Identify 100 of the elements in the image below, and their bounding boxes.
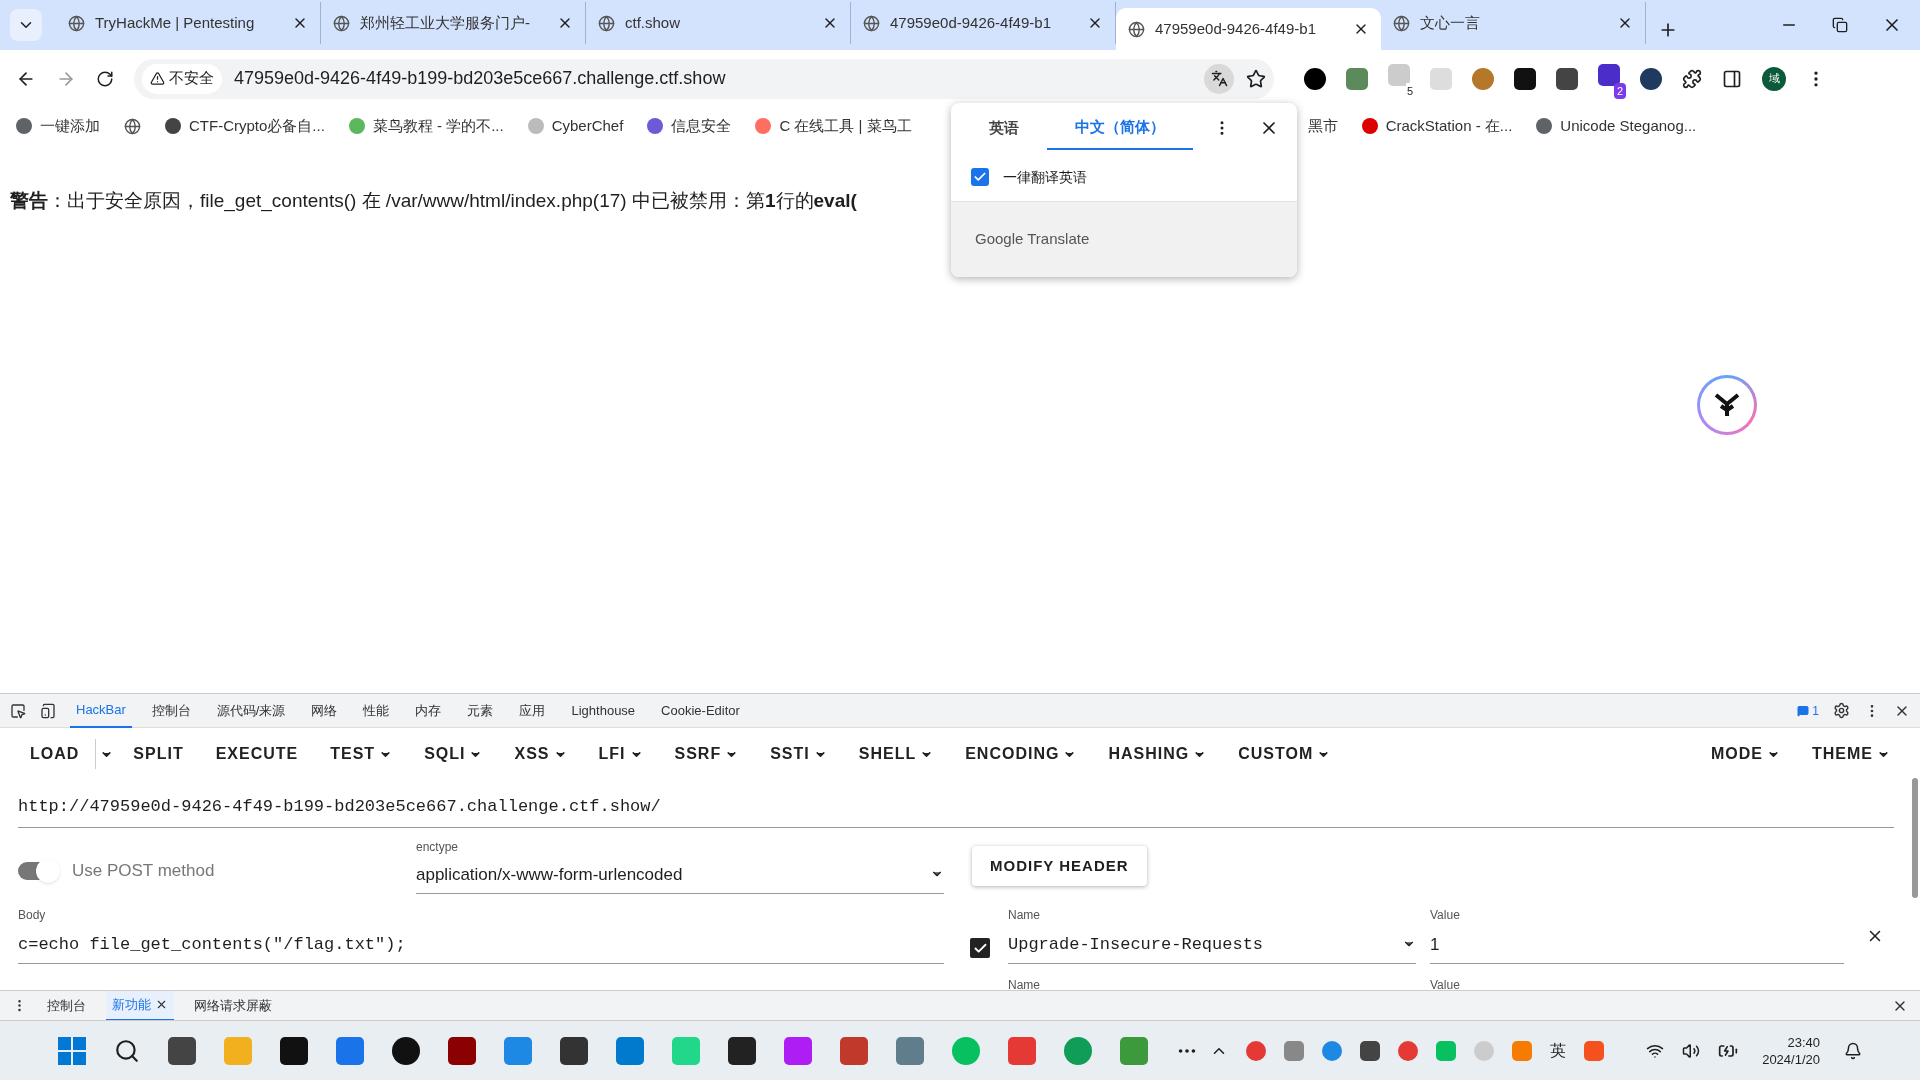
bookmark-item[interactable]: CTF-Crypto必备自... [165, 114, 325, 138]
browser-tab[interactable]: 郑州轻工业大学服务门户- [321, 2, 586, 44]
body-field[interactable]: Body c=echo file_get_contents("/flag.txt"); [18, 906, 944, 964]
menu-button[interactable]: EXECUTE [199, 736, 315, 772]
menu-button[interactable]: LOAD [14, 736, 96, 772]
menu-button[interactable]: SHELL [842, 736, 950, 772]
app-icon[interactable] [448, 1036, 476, 1065]
scrollbar[interactable] [1912, 778, 1918, 898]
reload-icon[interactable] [96, 69, 114, 88]
volume-icon[interactable] [1682, 1041, 1701, 1060]
language-tab[interactable]: 中文（简体） [1047, 106, 1193, 150]
tray-icon[interactable] [1246, 1040, 1267, 1061]
browser-tab[interactable]: 文心一言 [1381, 2, 1646, 44]
modify-header-button[interactable]: MODIFY HEADER [972, 846, 1147, 886]
warning-icon [150, 71, 165, 86]
option-label: 一律翻译英语 [1003, 167, 1087, 187]
devtools-tab[interactable]: 控制台 [145, 693, 197, 728]
menu-button[interactable]: CUSTOM [1222, 736, 1347, 772]
bookmark-item[interactable]: CyberChef [527, 114, 624, 138]
menu-button[interactable]: THEME [1796, 736, 1906, 772]
menu-button[interactable]: SPLIT [117, 736, 200, 772]
app-icon[interactable] [168, 1036, 196, 1065]
devtools-tab[interactable]: 性能 [357, 693, 396, 728]
menu-button[interactable]: SSTI [754, 736, 843, 772]
devtools-tab[interactable]: Cookie-Editor [655, 693, 746, 728]
devtools-tab[interactable]: 源代码/来源 [210, 693, 292, 728]
tab-title: 47959e0d-9426-4f49-b1 [890, 12, 1052, 33]
warning-message: 警告：出于安全原因，file_get_contents() 在 /var/www/html/index.php(17) 中已被禁用：第1行的eval( [10, 189, 858, 214]
tab-title: ctf.show [625, 12, 682, 33]
menu-button[interactable]: SQLI [408, 736, 499, 772]
devtools-tab[interactable]: 内存 [409, 693, 448, 728]
enctype-select[interactable]: enctype application/x-www-form-urlencoded [416, 838, 944, 894]
menu-button[interactable]: TEST [314, 736, 409, 772]
device-icon[interactable] [40, 702, 56, 719]
checkbox[interactable] [970, 938, 990, 958]
devtools-tab[interactable]: 网络 [305, 693, 344, 728]
post-label: Use POST method [72, 860, 215, 882]
language-tab[interactable]: 英语 [961, 106, 1047, 150]
close-icon[interactable] [155, 998, 168, 1011]
bookmark-item[interactable]: 信息安全 [647, 114, 732, 138]
drawer-tab[interactable]: 新功能 [106, 990, 174, 1021]
tab-title: 文心一言 [1420, 12, 1481, 33]
settings-icon[interactable] [1833, 702, 1850, 719]
app-icon[interactable] [280, 1036, 308, 1065]
extension-icon[interactable] [1514, 67, 1536, 90]
windows-start-icon[interactable] [58, 1036, 86, 1065]
address-bar[interactable]: 不安全 47959e0d-9426-4f49-b199-bd203e5ce667.challenge.ctf.show [134, 58, 1274, 99]
globe-icon [1393, 14, 1410, 32]
bookmark-item[interactable] [124, 117, 141, 135]
devtools-tab[interactable]: Lighthouse [565, 693, 642, 728]
header-name-field[interactable]: Name Upgrade-Insecure-Requests [1008, 906, 1416, 964]
profile-avatar[interactable]: 域 [1762, 66, 1786, 91]
tray-icon[interactable] [1360, 1040, 1381, 1061]
header-value-field[interactable]: Value 1 [1430, 906, 1844, 964]
bookmark-item[interactable]: 一键添加 [16, 114, 100, 138]
bookmark-item[interactable]: Unicode Steganog... [1536, 114, 1697, 138]
bookmark-item[interactable]: CrackStation - 在... [1361, 114, 1513, 138]
notification-icon[interactable] [1844, 1041, 1862, 1060]
search-icon[interactable] [114, 1037, 140, 1064]
header-value-field[interactable]: Value [1430, 976, 1844, 990]
drawer-tab[interactable]: 网络请求屏蔽 [188, 990, 278, 1021]
menu-button[interactable]: LFI [582, 736, 659, 772]
security-chip[interactable]: 不安全 [142, 63, 222, 94]
check-icon [973, 170, 987, 184]
header-name-field[interactable]: Name [1008, 976, 1416, 990]
devtools-tab[interactable]: 应用 [513, 693, 552, 728]
translate-icon[interactable] [1204, 63, 1234, 94]
puzzle-icon[interactable] [1682, 68, 1702, 89]
devtools-tab[interactable]: 元素 [461, 693, 500, 728]
browser-tab[interactable]: 47959e0d-9426-4f49-b1 [1116, 8, 1381, 50]
checkbox[interactable] [971, 168, 989, 186]
bookmark-item[interactable]: C 在线工具 | 菜鸟工 [755, 114, 912, 138]
menu-button[interactable]: XSS [498, 736, 583, 772]
menu-button[interactable]: MODE [1695, 736, 1796, 772]
tray-icon[interactable] [1398, 1040, 1419, 1061]
devtools-tab[interactable]: HackBar [70, 693, 132, 728]
app-icon[interactable] [728, 1036, 756, 1065]
drawer-tab[interactable]: 控制台 [41, 990, 92, 1021]
clock[interactable]: 23:40 2024/1/20 [1756, 1033, 1826, 1068]
round-logo-icon [1697, 375, 1757, 435]
browser-tab[interactable]: TryHackMe | Pentesting [56, 2, 321, 44]
app-icon[interactable] [560, 1036, 588, 1065]
menu-button[interactable]: HASHING [1092, 736, 1223, 772]
side-panel-icon[interactable] [1722, 68, 1742, 89]
globe-icon [1128, 20, 1145, 38]
menu-button[interactable]: ENCODING [949, 736, 1093, 772]
url-field[interactable]: http://47959e0d-9426-4f49-b199-bd203e5ce667.challenge.ctf.show/ [18, 780, 1894, 828]
restore-icon[interactable] [1832, 17, 1848, 33]
inspect-icon[interactable] [10, 702, 26, 719]
bookmark-item[interactable]: 黑市 [1307, 114, 1338, 138]
menu-button[interactable]: SSRF [658, 736, 755, 772]
browser-tab[interactable]: ctf.show [586, 2, 851, 44]
star-icon[interactable] [1246, 68, 1266, 89]
tab-title: 郑州轻工业大学服务门户- [360, 12, 531, 33]
post-toggle[interactable] [18, 861, 58, 880]
app-icon[interactable] [392, 1036, 420, 1065]
extension-icon[interactable] [1640, 67, 1662, 90]
input-method-indicator[interactable]: 英 [1550, 1038, 1567, 1063]
issues-badge[interactable]: 1 [1797, 701, 1819, 720]
bookmark-item[interactable]: 菜鸟教程 - 学的不... [348, 114, 504, 138]
